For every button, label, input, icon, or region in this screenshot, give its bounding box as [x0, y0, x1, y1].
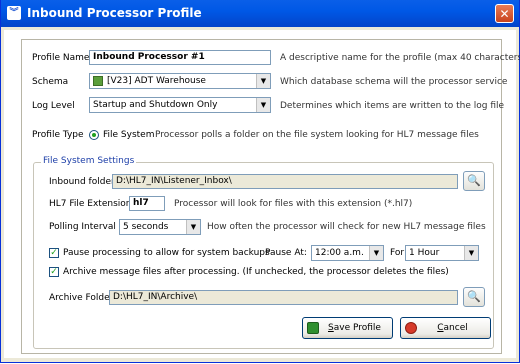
schema-icon — [93, 76, 103, 86]
profile-name-label: Profile Name — [32, 53, 90, 63]
title-bar[interactable]: ︾ Inbound Processor Profile ✕ — [1, 0, 519, 27]
archive-folder-label: Archive Folder — [49, 293, 114, 303]
save-profile-label: Save Profile — [328, 323, 381, 333]
pause-processing-label[interactable]: Pause processing to allow for system bac… — [63, 248, 270, 258]
schema-description: Which database schema will the processor… — [280, 77, 508, 87]
extension-label: HL7 File Extension — [49, 199, 132, 209]
search-icon: 🔍 — [467, 290, 481, 303]
archive-folder-input[interactable]: D:\HL7_IN\Archive\ — [109, 290, 458, 305]
polling-interval-value: 5 seconds — [123, 222, 169, 232]
file-system-radio-label[interactable]: File System — [103, 130, 154, 140]
pause-at-label: Pause At: — [265, 248, 307, 258]
cancel-button[interactable]: Cancel — [400, 317, 491, 339]
profile-type-description: Processor polls a folder on the file sys… — [155, 130, 479, 140]
collapse-icon[interactable]: ︾ — [7, 6, 21, 20]
for-label: For — [390, 248, 405, 258]
close-button[interactable]: ✕ — [495, 4, 514, 23]
inbound-folder-input[interactable]: D:\HL7_IN\Listener_Inbox\ — [112, 174, 458, 189]
pause-processing-checkbox[interactable]: ✓ — [49, 248, 59, 258]
search-icon: 🔍 — [467, 174, 481, 187]
schema-select-value: [V23] ADT Warehouse — [107, 76, 206, 86]
extension-description: Processor will look for files with this … — [174, 199, 413, 209]
pause-duration-value: 1 Hour — [409, 248, 440, 258]
file-system-radio[interactable] — [89, 130, 99, 140]
log-level-label: Log Level — [32, 101, 75, 111]
schema-label: Schema — [32, 77, 69, 87]
pause-duration-select[interactable]: 1 Hour ▼ — [405, 245, 479, 261]
chevron-down-icon[interactable]: ▼ — [256, 74, 270, 88]
archive-files-label[interactable]: Archive message files after processing. … — [63, 267, 449, 277]
profile-type-label: Profile Type — [32, 130, 84, 140]
polling-interval-label: Polling Interval — [49, 222, 116, 232]
inbound-folder-browse-button[interactable]: 🔍 — [463, 171, 485, 191]
dialog-window: ︾ Inbound Processor Profile ✕ Profile Na… — [0, 0, 520, 363]
inbound-folder-label: Inbound folder — [49, 177, 115, 187]
window-title: Inbound Processor Profile — [27, 6, 202, 20]
save-profile-button[interactable]: Save Profile — [302, 317, 393, 339]
pause-at-value: 12:00 a.m. — [315, 248, 364, 258]
polling-interval-description: How often the processor will check for n… — [207, 222, 486, 232]
log-level-select-value: Startup and Shutdown Only — [93, 100, 218, 110]
archive-files-checkbox[interactable]: ✓ — [49, 267, 59, 277]
profile-name-input[interactable]: Inbound Processor #1 — [89, 50, 271, 65]
log-level-select[interactable]: Startup and Shutdown Only ▼ — [89, 97, 271, 113]
schema-select[interactable]: [V23] ADT Warehouse ▼ — [89, 73, 271, 89]
dialog-client: Profile Name Inbound Processor #1 A desc… — [4, 30, 520, 358]
polling-interval-select[interactable]: 5 seconds ▼ — [119, 219, 201, 235]
profile-panel: Profile Name Inbound Processor #1 A desc… — [21, 39, 520, 354]
archive-folder-browse-button[interactable]: 🔍 — [463, 287, 485, 307]
chevron-down-icon[interactable]: ▼ — [464, 246, 478, 260]
profile-name-description: A descriptive name for the profile (max … — [280, 53, 520, 63]
group-title: File System Settings — [41, 156, 137, 166]
extension-input[interactable]: hl7 — [129, 196, 165, 211]
chevron-down-icon[interactable]: ▼ — [256, 98, 270, 112]
chevron-down-icon[interactable]: ▼ — [369, 246, 383, 260]
cancel-label: Cancel — [437, 323, 468, 333]
pause-at-select[interactable]: 12:00 a.m. ▼ — [311, 245, 384, 261]
log-level-description: Determines which items are written to th… — [280, 101, 505, 111]
chevron-down-icon[interactable]: ▼ — [186, 220, 200, 234]
